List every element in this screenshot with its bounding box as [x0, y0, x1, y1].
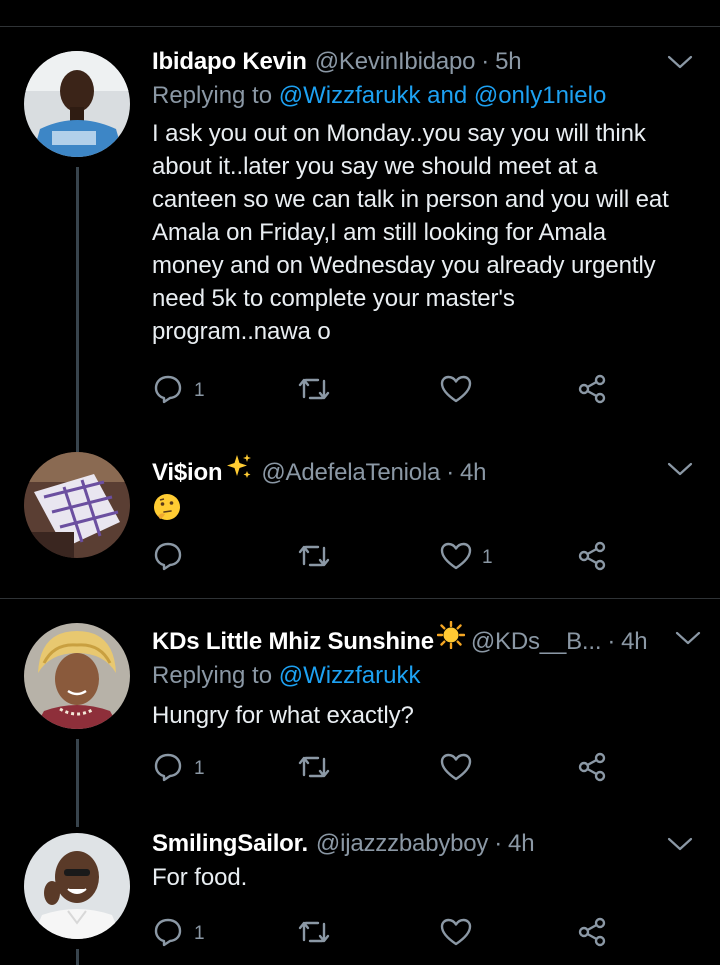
- thread-line: [76, 949, 79, 965]
- avatar[interactable]: [24, 452, 130, 558]
- timestamp[interactable]: 5h: [495, 45, 521, 79]
- chevron-down-icon[interactable]: [660, 45, 700, 79]
- display-name[interactable]: KDs Little Mhiz Sunshine: [152, 625, 434, 659]
- share-icon: [576, 373, 608, 410]
- avatar[interactable]: [24, 51, 130, 157]
- user-handle[interactable]: @KevinIbidapo: [315, 45, 476, 79]
- tweet-text-line: Amala on Friday,I am still looking for A…: [152, 219, 607, 246]
- thinking-face-icon: [152, 494, 182, 528]
- display-name[interactable]: Ibidapo Kevin: [152, 45, 307, 79]
- timestamp[interactable]: 4h: [508, 827, 534, 861]
- tweet-header: KDs Little Mhiz Sunshine @KDs__B... · 4h: [152, 620, 700, 659]
- tweet-text-line: For food.: [152, 864, 248, 891]
- avatar[interactable]: [24, 833, 130, 939]
- replying-to-label: Replying to: [152, 662, 273, 689]
- mention-link[interactable]: @only1nielo: [474, 82, 606, 109]
- tweet-header: Ibidapo Kevin @KevinIbidapo · 5h: [152, 45, 700, 79]
- reply-icon: [152, 916, 184, 953]
- user-handle[interactable]: @AdefelaTeniola: [261, 456, 440, 490]
- heart-icon: [440, 541, 472, 576]
- separator: ·: [494, 830, 503, 857]
- display-name[interactable]: SmilingSailor.: [152, 827, 308, 861]
- retweet-button[interactable]: [296, 371, 332, 411]
- like-button[interactable]: [440, 914, 482, 954]
- user-handle[interactable]: @ijazzzbabyboy: [316, 827, 489, 861]
- tweet-header: Vi$ion @AdefelaTeniola · 4h: [152, 452, 700, 490]
- share-button[interactable]: [576, 914, 608, 954]
- mention-link[interactable]: @Wizzfarukk: [279, 662, 421, 689]
- retweet-icon: [296, 916, 332, 953]
- retweet-icon: [296, 373, 332, 410]
- heart-icon: [440, 374, 472, 409]
- share-button[interactable]: [576, 538, 608, 578]
- share-icon: [576, 540, 608, 577]
- tweet-text: Hungry for what exactly?: [152, 699, 700, 732]
- share-button[interactable]: [576, 749, 608, 789]
- thread-line: [76, 739, 79, 827]
- tweet-actions: 1: [152, 538, 632, 578]
- reply-icon: [152, 373, 184, 410]
- like-count: 1: [482, 547, 493, 568]
- chevron-down-icon[interactable]: [660, 827, 700, 861]
- tweet-ibidapo-kevin[interactable]: Ibidapo Kevin @KevinIbidapo · 5h Replyin…: [0, 27, 720, 452]
- reply-button[interactable]: [152, 538, 194, 578]
- share-icon: [576, 916, 608, 953]
- tweet-actions: 1: [152, 749, 632, 789]
- separator: ·: [446, 459, 455, 486]
- reply-button[interactable]: 1: [152, 914, 205, 954]
- timestamp[interactable]: 4h: [621, 625, 647, 659]
- mention-link[interactable]: @Wizzfarukk: [279, 82, 421, 109]
- chevron-down-icon[interactable]: [660, 452, 700, 486]
- share-icon: [576, 751, 608, 788]
- heart-icon: [440, 752, 472, 787]
- replying-to: Replying to @Wizzfarukk and @only1nielo: [152, 79, 700, 113]
- reply-count: 1: [194, 758, 205, 779]
- chevron-down-icon[interactable]: [668, 621, 708, 655]
- like-button[interactable]: 1: [440, 538, 493, 578]
- reply-icon: [152, 751, 184, 788]
- tweet-text: I ask you out on Monday..you say you wil…: [152, 117, 700, 348]
- retweet-icon: [296, 751, 332, 788]
- separator: ·: [607, 628, 616, 655]
- tweet-kds-little-mhiz-sunshine[interactable]: KDs Little Mhiz Sunshine @KDs__B... · 4h…: [0, 599, 720, 827]
- reply-icon: [152, 540, 184, 577]
- tweet-text-line: program..nawa o: [152, 318, 331, 345]
- tweet-text-line: money and on Wednesday you already urgen…: [152, 252, 656, 279]
- tweet-text-line: Hungry for what exactly?: [152, 702, 414, 729]
- display-name[interactable]: Vi$ion: [152, 456, 223, 490]
- share-button[interactable]: [576, 371, 608, 411]
- reply-button[interactable]: 1: [152, 749, 205, 789]
- retweet-button[interactable]: [296, 914, 332, 954]
- thread-line: [76, 167, 79, 452]
- tweet-actions: 1: [152, 914, 632, 954]
- mention-conjunction: and: [427, 82, 468, 109]
- replying-to: Replying to @Wizzfarukk: [152, 659, 700, 693]
- sun-icon: [436, 620, 466, 659]
- replying-to-label: Replying to: [152, 82, 273, 109]
- timestamp[interactable]: 4h: [460, 456, 486, 490]
- tweet-smilingsailor[interactable]: SmilingSailor. @ijazzzbabyboy · 4h For f…: [0, 827, 720, 965]
- user-handle[interactable]: @KDs__B...: [471, 625, 602, 659]
- like-button[interactable]: [440, 371, 482, 411]
- tweet-text-line: need 5k to complete your master's: [152, 285, 515, 312]
- tweet-actions: 1: [152, 371, 632, 411]
- tweet-text: For food.: [152, 861, 700, 894]
- tweet-text-line: canteen so we can talk in person and you…: [152, 186, 669, 213]
- retweet-icon: [296, 540, 332, 577]
- sparkles-icon: [225, 452, 253, 490]
- tweet-text-line: I ask you out on Monday..you say you wil…: [152, 120, 646, 147]
- tweet-text: [152, 492, 700, 531]
- reply-count: 1: [194, 923, 205, 944]
- reply-button[interactable]: 1: [152, 371, 205, 411]
- like-button[interactable]: [440, 749, 482, 789]
- tweet-vision[interactable]: Vi$ion @AdefelaTeniola · 4h 1: [0, 452, 720, 598]
- heart-icon: [440, 917, 472, 952]
- retweet-button[interactable]: [296, 538, 332, 578]
- reply-count: 1: [194, 380, 205, 401]
- avatar[interactable]: [24, 623, 130, 729]
- tweet-text-line: about it..later you say we should meet a…: [152, 153, 598, 180]
- tweet-header: SmilingSailor. @ijazzzbabyboy · 4h: [152, 827, 700, 861]
- separator: ·: [481, 48, 490, 75]
- retweet-button[interactable]: [296, 749, 332, 789]
